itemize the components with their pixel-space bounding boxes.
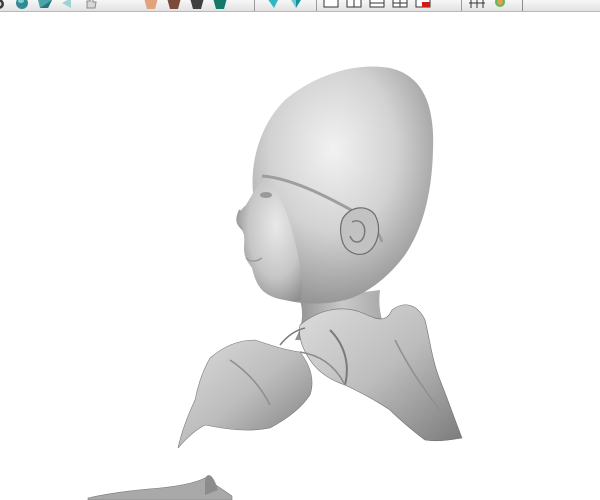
toolbar-separator: [461, 0, 462, 11]
rotate-icon[interactable]: [0, 0, 8, 11]
toolbar-separator: [254, 0, 255, 11]
eye-shade: [260, 192, 272, 198]
dark-shade-icon[interactable]: [188, 0, 206, 11]
toolbar-tools-group: [468, 0, 514, 11]
head-scan-model[interactable]: [0, 12, 600, 500]
toolbar-camera-group: [264, 0, 310, 11]
layout-single-icon[interactable]: [322, 0, 340, 11]
ear-surface: [340, 207, 380, 255]
arrow-left-icon[interactable]: [59, 0, 77, 11]
toolbar-separator: [316, 0, 317, 11]
sphere-icon[interactable]: [13, 0, 31, 11]
cube-view-icon[interactable]: [36, 0, 54, 11]
cyan-side-icon[interactable]: [287, 0, 305, 11]
brown-shade-icon[interactable]: [165, 0, 183, 11]
toolbar: [0, 0, 600, 12]
close-red-icon[interactable]: [414, 0, 432, 11]
layout-quad-icon[interactable]: [391, 0, 409, 11]
layout-grid-icon[interactable]: [368, 0, 386, 11]
teal-shade-icon[interactable]: [211, 0, 229, 11]
3d-viewport[interactable]: [0, 12, 600, 500]
toolbar-edge: [522, 0, 523, 11]
toolbar-material-group: [142, 0, 234, 11]
reset-green-icon[interactable]: [491, 0, 509, 11]
toolbar-layout-group: [322, 0, 437, 11]
cloth-surface-left: [177, 339, 313, 449]
skin-shade-icon[interactable]: [142, 0, 160, 11]
measure-icon[interactable]: [468, 0, 486, 11]
layout-split-icon[interactable]: [345, 0, 363, 11]
hand-icon[interactable]: [82, 0, 100, 11]
toolbar-view-group: [0, 0, 105, 11]
cloth-surface-center: [299, 304, 463, 442]
cyan-front-icon[interactable]: [264, 0, 282, 11]
